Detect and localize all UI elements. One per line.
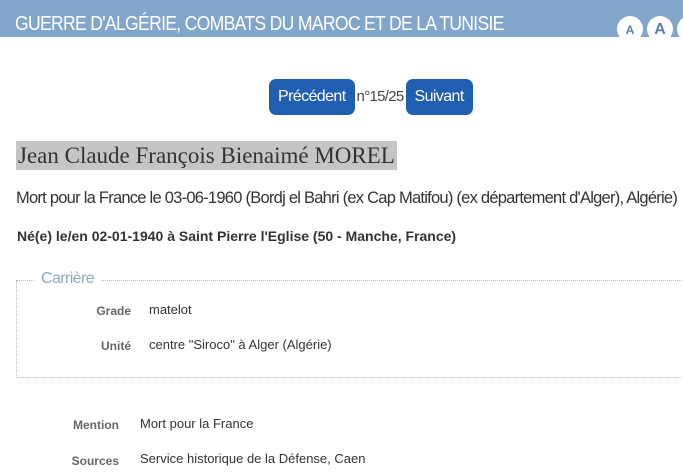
font-size-medium-button[interactable]: A: [647, 16, 673, 37]
page: GUERRE D'ALGÉRIE, COMBATS DU MAROC ET DE…: [0, 0, 683, 474]
next-button[interactable]: Suivant: [405, 79, 473, 115]
grade-label: Grade: [96, 304, 131, 318]
mention-value: Mort pour la France: [140, 416, 254, 431]
previous-button[interactable]: Précédent: [269, 79, 355, 115]
grade-value: matelot: [149, 302, 192, 317]
person-name: Jean Claude François Bienaimé MOREL: [16, 141, 397, 170]
unit-label: Unité: [101, 339, 131, 353]
sources-value: Service historique de la Défense, Caen: [140, 451, 366, 466]
mention-label: Mention: [73, 418, 119, 432]
font-size-large-button[interactable]: A: [677, 16, 683, 37]
sources-label: Sources: [71, 454, 119, 468]
header-band: GUERRE D'ALGÉRIE, COMBATS DU MAROC ET DE…: [0, 0, 683, 37]
record-counter: n°15/25: [356, 88, 405, 105]
section-title: GUERRE D'ALGÉRIE, COMBATS DU MAROC ET DE…: [15, 13, 504, 35]
font-size-small-button[interactable]: A: [617, 16, 643, 37]
birth-info: Né(e) le/en 02-01-1940 à Saint Pierre l'…: [17, 228, 457, 244]
career-legend: Carrière: [35, 270, 100, 288]
unit-value: centre "Siroco" à Alger (Algérie): [149, 337, 332, 352]
death-info: Mort pour la France le 03-06-1960 (Bordj…: [16, 189, 678, 207]
career-fieldset: Carrière Grade matelot Unité centre "Sir…: [16, 270, 683, 378]
record-pager: Précédent n°15/25 Suivant: [269, 79, 473, 115]
